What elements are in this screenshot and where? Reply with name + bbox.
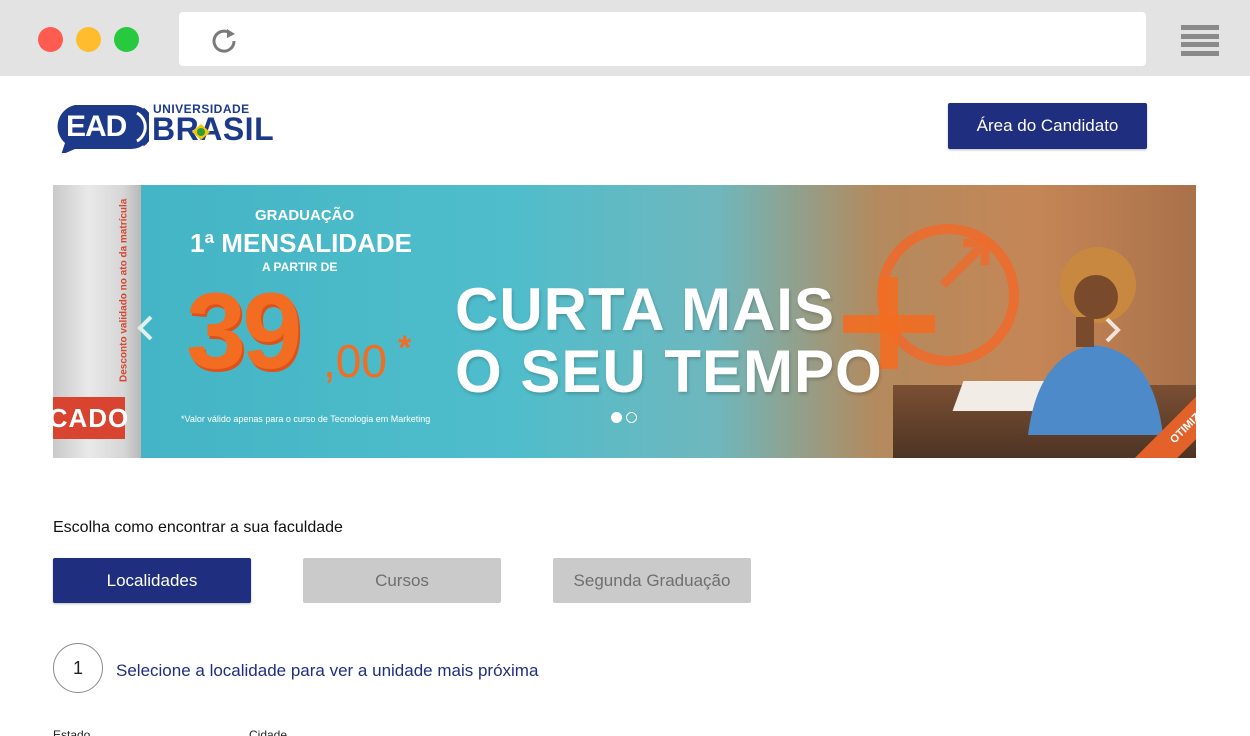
step-number-badge: 1 [53,643,103,693]
carousel-pagination [611,412,637,423]
banner-headline: CURTA MAIS O SEU TEMPO [455,279,883,403]
banner-vertical-text: Desconto validado no ato da matrícula [118,198,130,382]
tab-segunda-graduacao[interactable]: Segunda Graduação [553,558,751,603]
carousel-dot-2[interactable] [626,412,637,423]
banner-graduacao-text: GRADUAÇÃO [255,207,355,224]
reload-icon[interactable] [209,25,239,55]
chevron-right-icon[interactable] [1103,315,1123,345]
university-logo[interactable]: EAD UNIVERSIDADE BRASIL [53,100,274,158]
address-bar[interactable] [179,12,1146,66]
promo-banner-carousel[interactable]: Desconto validado no ato da matrícula CA… [53,185,1196,458]
window-minimize-button[interactable] [76,27,101,52]
carousel-dot-1[interactable] [611,412,622,423]
banner-headline-line1: CURTA MAIS [455,276,835,343]
window-close-button[interactable] [38,27,63,52]
hamburger-menu-icon[interactable] [1181,25,1219,56]
browser-chrome [0,0,1250,76]
step-instruction: Selecione a localidade para ver a unidad… [116,661,539,680]
tab-cursos[interactable]: Cursos [303,558,501,603]
banner-mensalidade-text: 1ª MENSALIDADE [190,228,412,258]
estado-field-label: Estado [53,728,91,736]
banner-price-asterisk: * [398,329,412,367]
banner-price-whole: 39 [186,270,302,391]
banner-footnote: *Valor válido apenas para o curso de Tec… [181,414,431,424]
banner-side-tag: CADO [53,397,128,439]
window-maximize-button[interactable] [114,27,139,52]
banner-price-cents: ,00 [323,335,387,387]
logo-ead-text: EAD [66,110,127,143]
banner-headline-line2: O SEU TEMPO [455,338,883,405]
cidade-field-label: Cidade [249,728,288,736]
chevron-left-icon[interactable] [135,313,155,343]
finder-title: Escolha como encontrar a sua faculdade [53,519,343,536]
tab-localidades[interactable]: Localidades [53,558,251,603]
brazil-flag-icon [192,124,210,140]
candidate-area-button[interactable]: Área do Candidato [948,103,1147,149]
logo-brasil-text: BRASIL [152,111,275,147]
